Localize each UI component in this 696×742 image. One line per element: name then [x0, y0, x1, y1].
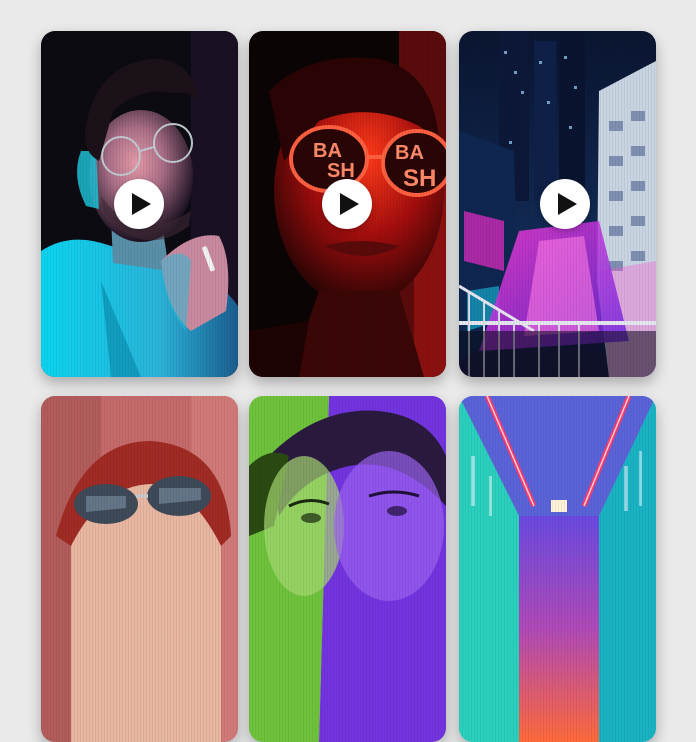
play-button[interactable] — [540, 179, 590, 229]
thumbnail-image — [41, 396, 238, 742]
video-gallery-grid: BA SH BA SH — [0, 0, 696, 742]
video-thumbnail-neon-corridor[interactable] — [459, 396, 656, 742]
svg-text:BA: BA — [395, 142, 424, 164]
video-thumbnail-city-alley[interactable] — [459, 31, 656, 377]
video-thumbnail-man-cigarette[interactable] — [41, 31, 238, 377]
thumbnail-image — [249, 396, 446, 742]
svg-text:BA: BA — [313, 140, 342, 162]
thumbnail-image — [459, 396, 656, 742]
play-icon — [340, 193, 359, 215]
play-button[interactable] — [322, 179, 372, 229]
video-thumbnail-green-purple-portrait[interactable] — [249, 396, 446, 742]
play-icon — [132, 193, 151, 215]
video-thumbnail-red-neon-glasses[interactable]: BA SH BA SH — [249, 31, 446, 377]
play-button[interactable] — [114, 179, 164, 229]
play-icon — [558, 193, 577, 215]
svg-text:SH: SH — [403, 165, 436, 192]
video-thumbnail-red-hair-sunglasses[interactable] — [41, 396, 238, 742]
